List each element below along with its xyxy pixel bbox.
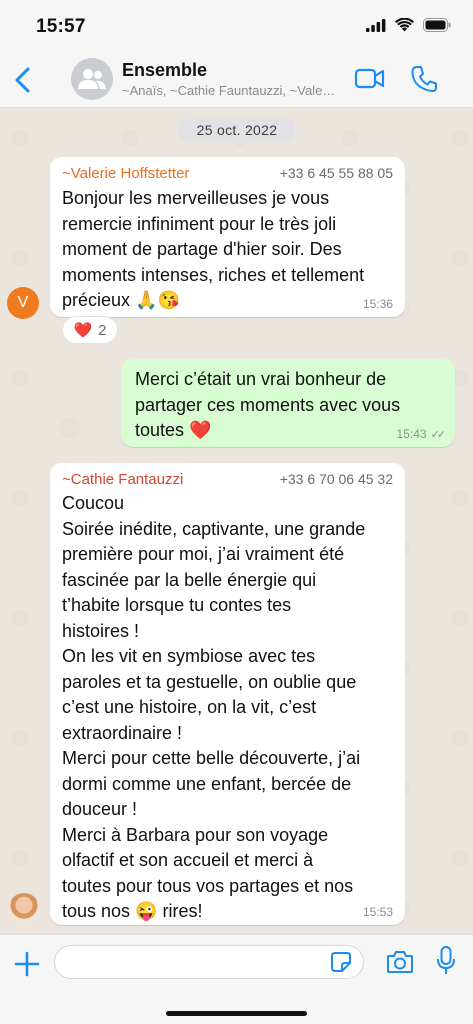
back-button[interactable] — [10, 64, 38, 96]
status-time: 15:57 — [36, 16, 86, 37]
sticker-icon — [331, 952, 351, 972]
message-bubble-incoming[interactable]: ~Valerie Hoffstetter +33 6 45 55 88 05 B… — [50, 157, 405, 317]
message-time: 15:43 ✓✓ — [396, 427, 447, 441]
attach-button[interactable] — [12, 949, 42, 979]
sender-name[interactable]: ~Cathie Fantauzzi — [62, 471, 183, 488]
video-camera-icon — [354, 68, 385, 89]
message-input[interactable] — [54, 945, 364, 979]
message-time: 15:36 — [362, 297, 393, 311]
sender-avatar[interactable] — [8, 893, 40, 925]
sticker-button[interactable] — [330, 951, 352, 973]
microphone-icon — [437, 946, 455, 974]
date-separator: 25 oct. 2022 — [179, 119, 295, 141]
chat-participants[interactable]: ~Anaïs, ~Cathie Fauntauzzi, ~Vale… — [122, 83, 346, 98]
message-bubble-incoming[interactable]: ~Cathie Fantauzzi +33 6 70 06 45 32 Couc… — [50, 463, 405, 925]
battery-icon — [423, 18, 451, 32]
video-call-button[interactable] — [354, 66, 386, 92]
message-time-label: 15:43 — [396, 427, 427, 441]
sender-avatar[interactable]: V — [7, 287, 39, 319]
read-ticks-icon: ✓✓ — [430, 428, 447, 441]
phone-icon — [411, 66, 437, 92]
wifi-icon — [395, 18, 414, 32]
message-text: Coucou Soirée inédite, captivante, une g… — [62, 493, 366, 921]
message-text: Merci c’était un vrai bonheur de partage… — [135, 369, 401, 440]
group-avatar[interactable] — [71, 58, 113, 100]
reaction-count: 2 — [98, 321, 107, 339]
status-bar: 15:57 — [0, 0, 473, 52]
sender-line: ~Valerie Hoffstetter +33 6 45 55 88 05 — [62, 165, 393, 182]
home-indicator — [166, 1011, 307, 1016]
reaction-badge[interactable]: ❤️ 2 — [62, 316, 118, 344]
status-icons — [366, 18, 451, 32]
sender-name[interactable]: ~Valerie Hoffstetter — [62, 165, 189, 182]
sender-phone: +33 6 70 06 45 32 — [279, 471, 393, 487]
voice-call-button[interactable] — [410, 64, 438, 94]
plus-icon — [14, 951, 40, 977]
chevron-left-icon — [15, 67, 30, 93]
sender-phone: +33 6 45 55 88 05 — [279, 165, 393, 181]
signal-icon — [366, 18, 386, 32]
message-bubble-outgoing[interactable]: Merci c’était un vrai bonheur de partage… — [121, 359, 455, 447]
composer-bar — [0, 934, 473, 1024]
camera-icon — [387, 951, 413, 973]
sender-line: ~Cathie Fantauzzi +33 6 70 06 45 32 — [62, 471, 393, 488]
chat-title[interactable]: Ensemble — [122, 60, 207, 81]
chat-header: Ensemble ~Anaïs, ~Cathie Fauntauzzi, ~Va… — [0, 52, 473, 108]
message-text: Bonjour les merveilleuses je vous remerc… — [62, 188, 365, 310]
group-icon — [78, 69, 106, 89]
camera-button[interactable] — [386, 949, 414, 975]
heart-reaction-icon: ❤️ — [73, 321, 93, 339]
message-time: 15:53 — [362, 905, 393, 919]
microphone-button[interactable] — [436, 945, 456, 977]
